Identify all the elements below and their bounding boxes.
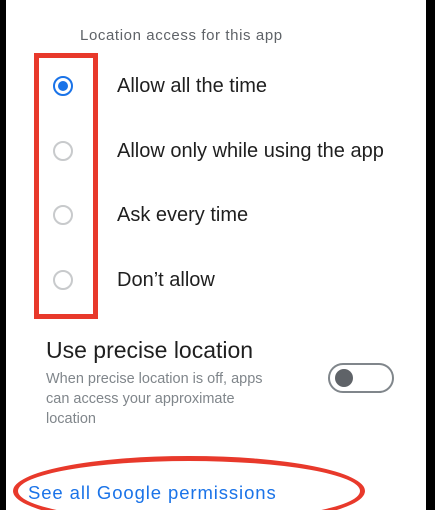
radio-unselected-icon[interactable] bbox=[53, 205, 73, 225]
option-allow-all-the-time[interactable]: Allow all the time bbox=[46, 62, 426, 110]
location-permission-screen: Location access for this app Allow all t… bbox=[6, 0, 426, 510]
option-label: Allow all the time bbox=[117, 74, 268, 97]
option-label: Ask every time bbox=[117, 203, 249, 226]
toggle-knob bbox=[335, 369, 353, 387]
radio-unselected-icon[interactable] bbox=[53, 141, 73, 161]
option-allow-while-using[interactable]: Allow only while using the app bbox=[46, 127, 426, 175]
option-label: Don’t allow bbox=[117, 268, 215, 291]
precise-location-toggle[interactable] bbox=[328, 363, 394, 393]
precise-location-description: When precise location is off, apps can a… bbox=[46, 371, 263, 427]
option-dont-allow[interactable]: Don’t allow bbox=[46, 256, 426, 304]
see-all-google-permissions-link[interactable]: See all Google permissions bbox=[28, 482, 277, 504]
radio-selected-icon[interactable] bbox=[53, 76, 73, 96]
radio-unselected-icon[interactable] bbox=[53, 270, 73, 290]
option-ask-every-time[interactable]: Ask every time bbox=[46, 191, 426, 239]
option-label: Allow only while using the app bbox=[117, 139, 384, 162]
section-header: Location access for this app bbox=[80, 27, 283, 44]
precise-location-title: Use precise location bbox=[46, 337, 254, 363]
